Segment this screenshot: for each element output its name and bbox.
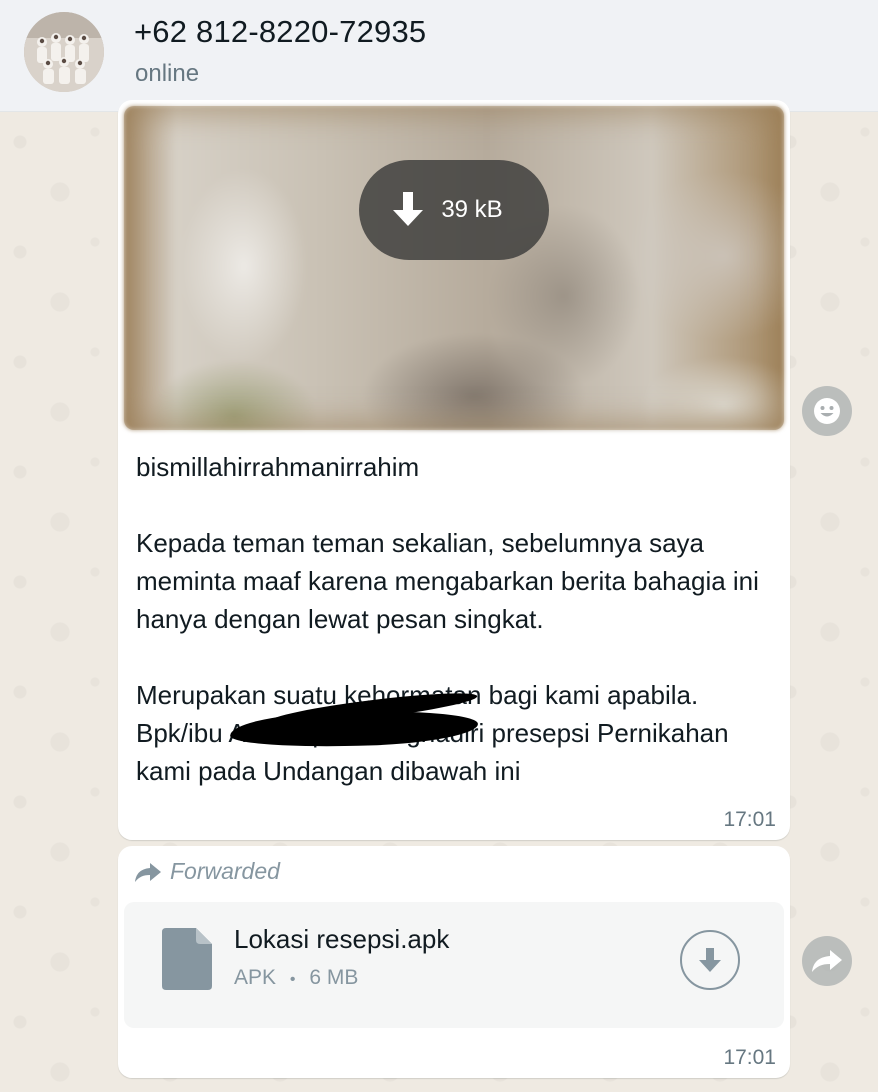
group-photo-avatar-icon — [24, 12, 104, 92]
message-timestamp: 17:01 — [723, 1046, 776, 1069]
forward-message-button[interactable] — [802, 936, 852, 986]
react-emoji-button[interactable] — [802, 386, 852, 436]
document-meta: APK • 6 MB — [234, 966, 358, 990]
contact-name[interactable]: +62 812-8220-72935 — [134, 14, 426, 50]
document-file-type: APK — [234, 966, 277, 989]
image-download-button[interactable]: 39 kB — [359, 160, 549, 260]
image-thumbnail-vignette — [124, 106, 784, 430]
file-icon — [162, 928, 212, 990]
document-file-name[interactable]: Lokasi resepsi.apk — [234, 924, 449, 955]
download-arrow-icon — [393, 192, 424, 226]
contact-status: online — [135, 60, 200, 87]
document-meta-separator: • — [289, 971, 296, 988]
message-bubble-image[interactable]: 39 kB bismillahirrahmanirrahim Kepada te… — [118, 100, 790, 840]
forwarded-indicator: Forwarded — [134, 858, 280, 885]
message-bubble-document[interactable]: Forwarded Lokasi resepsi.apk APK • 6 MB … — [118, 846, 790, 1078]
forwarded-arrow-icon — [135, 862, 161, 882]
document-download-button[interactable] — [680, 930, 740, 990]
message-timestamp: 17:01 — [723, 808, 776, 831]
emoji-icon — [814, 398, 840, 424]
download-arrow-icon — [699, 948, 721, 972]
chat-header[interactable]: +62 812-8220-72935 online — [0, 0, 878, 112]
forward-arrow-icon — [812, 950, 842, 972]
message-caption: bismillahirrahmanirrahim Kepada teman te… — [136, 452, 759, 786]
image-file-size: 39 kB — [441, 196, 503, 223]
contact-avatar[interactable] — [24, 12, 104, 92]
document-attachment[interactable]: Lokasi resepsi.apk APK • 6 MB — [124, 902, 784, 1028]
document-file-size: 6 MB — [309, 966, 359, 989]
forwarded-label: Forwarded — [170, 858, 280, 884]
